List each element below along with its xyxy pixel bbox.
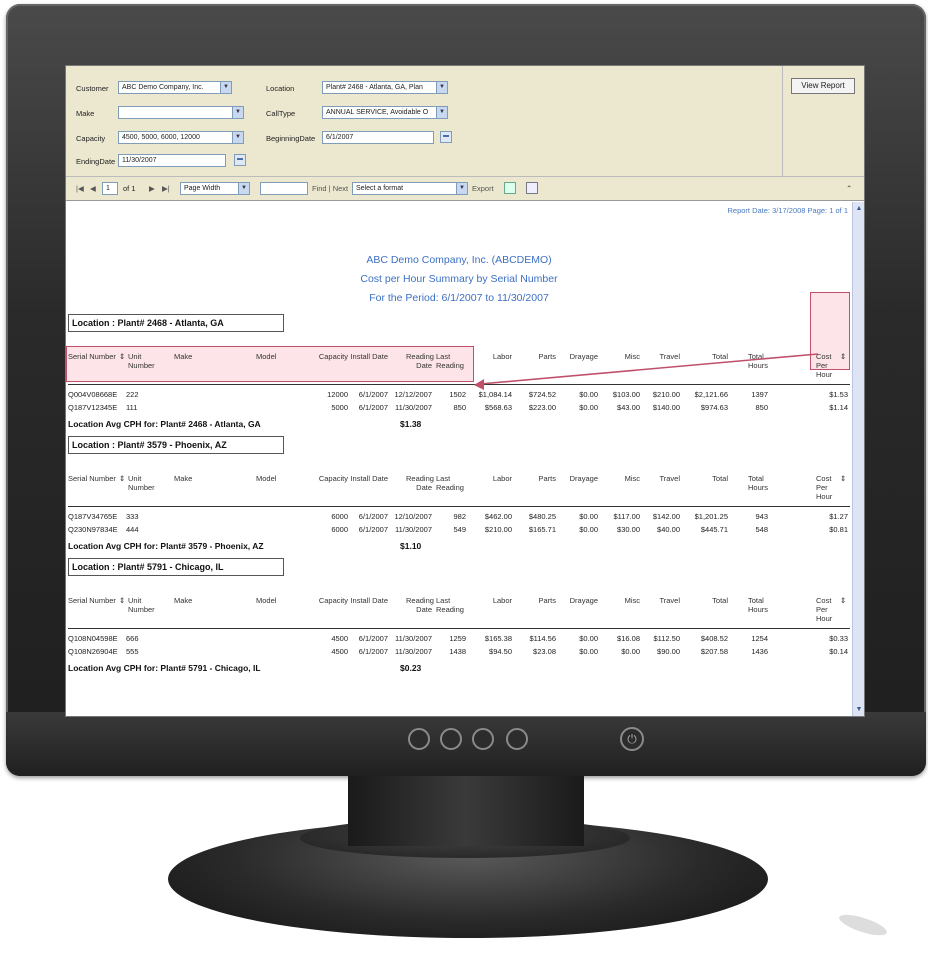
zoom-value: Page Width xyxy=(184,185,221,192)
chevron-down-icon[interactable]: ▼ xyxy=(232,132,243,143)
first-page-icon[interactable]: |◀ xyxy=(76,184,84,193)
collapse-icon[interactable]: ⌃ xyxy=(846,184,852,193)
calendar-icon[interactable] xyxy=(440,131,452,143)
zoom-select[interactable]: Page Width ▼ xyxy=(180,182,250,195)
power-icon: ⏻ xyxy=(620,727,644,751)
scroll-down-icon[interactable]: ▼ xyxy=(854,705,864,715)
page-count: of 1 xyxy=(123,184,136,193)
print-icon[interactable] xyxy=(526,182,538,194)
location-select[interactable]: Plant# 2468 - Atlanta, GA, Plan ▼ xyxy=(322,81,448,94)
callout-arrow xyxy=(474,353,819,390)
ending-date-input[interactable]: 11/30/2007 xyxy=(118,154,226,167)
calltype-value: ANNUAL SERVICE, Avoidable O xyxy=(326,109,429,116)
calltype-select[interactable]: ANNUAL SERVICE, Avoidable O ▼ xyxy=(322,106,448,119)
monitor-button-down xyxy=(440,728,462,750)
view-report-button[interactable]: View Report xyxy=(791,78,855,94)
chevron-down-icon[interactable]: ▼ xyxy=(436,82,447,93)
monitor-button-auto xyxy=(506,728,528,750)
export-format-select[interactable]: Select a format ▼ xyxy=(352,182,468,195)
monitor-bezel-bottom xyxy=(6,712,926,776)
location-value: Plant# 2468 - Atlanta, GA, Plan xyxy=(326,84,423,91)
export-format-value: Select a format xyxy=(356,185,404,192)
chevron-down-icon[interactable]: ▼ xyxy=(220,82,231,93)
calltype-label: CallType xyxy=(266,109,296,118)
report-parameters: Customer ABC Demo Company, Inc. ▼ Make ▼… xyxy=(66,66,864,177)
previous-page-icon[interactable]: ◀ xyxy=(90,184,96,193)
capacity-value: 4500, 5000, 6000, 12000 xyxy=(122,134,200,141)
monitor-neck xyxy=(348,776,584,846)
make-label: Make xyxy=(76,109,95,118)
find-next-link[interactable]: Find | Next xyxy=(312,184,348,193)
customer-select[interactable]: ABC Demo Company, Inc. ▼ xyxy=(118,81,232,94)
make-select[interactable]: ▼ xyxy=(118,106,244,119)
next-page-icon[interactable]: ▶ xyxy=(149,184,155,193)
monitor-button-up xyxy=(472,728,494,750)
capacity-select[interactable]: 4500, 5000, 6000, 12000 ▼ xyxy=(118,131,244,144)
beginning-date-value: 6/1/2007 xyxy=(326,134,354,141)
beginning-date-input[interactable]: 6/1/2007 xyxy=(322,131,434,144)
report-body: Report Date: 3/17/2008 Page: 1 of 1 ABC … xyxy=(66,202,852,716)
chevron-down-icon[interactable]: ▼ xyxy=(238,183,249,194)
floor-reflection xyxy=(837,910,889,940)
monitor-button-menu xyxy=(408,728,430,750)
chevron-down-icon[interactable]: ▼ xyxy=(232,107,243,118)
view-report-panel: View Report xyxy=(782,66,864,177)
scroll-up-icon[interactable]: ▲ xyxy=(854,204,864,214)
capacity-label: Capacity xyxy=(76,134,106,143)
customer-value: ABC Demo Company, Inc. xyxy=(122,84,204,91)
export-link[interactable]: Export xyxy=(472,184,494,193)
ending-date-label: EndingDate xyxy=(76,157,116,166)
calendar-icon[interactable] xyxy=(234,154,246,166)
refresh-icon[interactable] xyxy=(504,182,516,194)
location-label: Location xyxy=(266,84,295,93)
report-toolbar: |◀ ◀ 1 of 1 ▶ ▶| Page Width ▼ Find | Nex… xyxy=(66,177,864,201)
chevron-down-icon[interactable]: ▼ xyxy=(436,107,447,118)
ending-date-value: 11/30/2007 xyxy=(122,157,157,164)
screen: Customer ABC Demo Company, Inc. ▼ Make ▼… xyxy=(65,65,865,717)
vertical-scrollbar[interactable]: ▲ ▼ xyxy=(852,202,864,716)
customer-label: Customer xyxy=(76,84,109,93)
page-number-input[interactable]: 1 xyxy=(102,182,118,195)
chevron-down-icon[interactable]: ▼ xyxy=(456,183,467,194)
find-input[interactable] xyxy=(260,182,308,195)
beginning-date-label: BeginningDate xyxy=(266,134,316,143)
last-page-icon[interactable]: ▶| xyxy=(162,184,170,193)
